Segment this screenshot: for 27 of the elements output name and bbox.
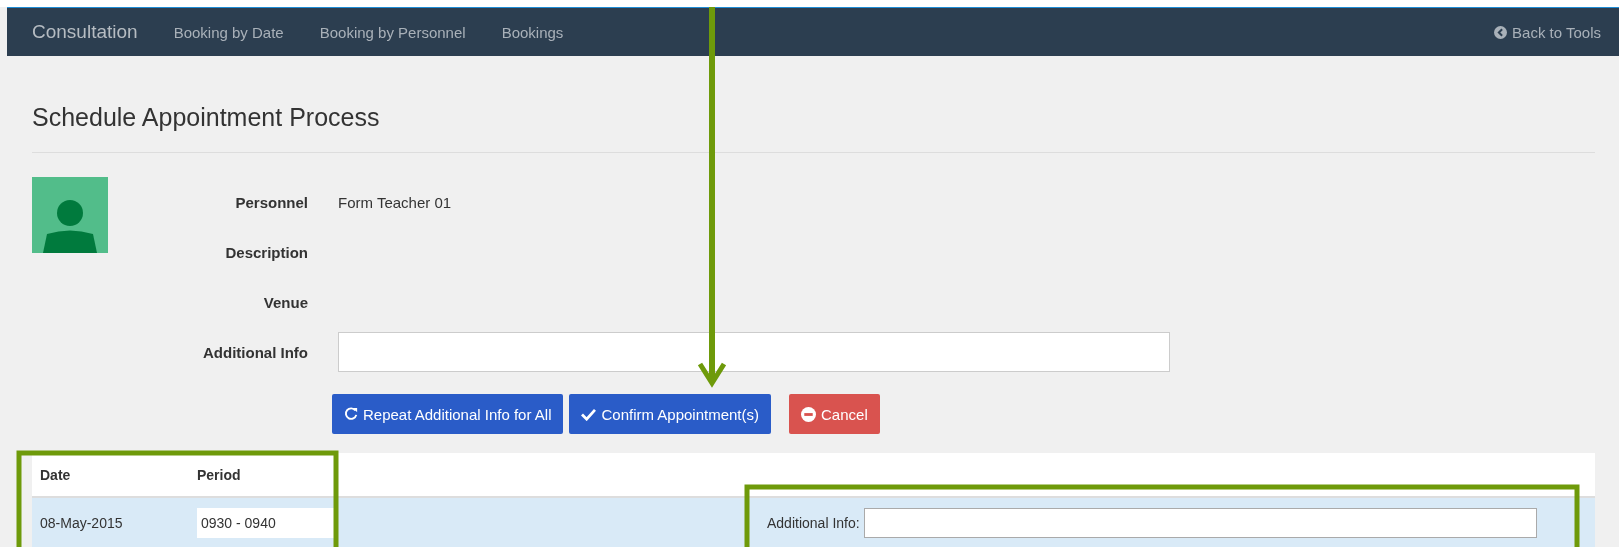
date-cell-text: 08-May-2015 — [40, 515, 124, 531]
chevron-circle-icon — [1494, 25, 1508, 39]
refresh-icon — [344, 407, 358, 421]
check-icon — [581, 407, 597, 421]
table-row[interactable]: 08-May-2015 0930 - 0940 Additional Info: — [32, 498, 1595, 547]
page-heading: Schedule Appointment Process — [32, 56, 1595, 153]
nav-link[interactable]: Booking by Personnel — [319, 23, 466, 41]
repeat-button[interactable]: Repeat Additional Info for All — [332, 394, 564, 434]
brand-link[interactable]: Consultation — [32, 21, 138, 43]
cancel-button[interactable]: Cancel — [789, 394, 880, 434]
field-value: Form Teacher 01 — [338, 193, 452, 211]
nav-link[interactable]: Bookings — [501, 23, 564, 41]
column-header: Date — [40, 466, 72, 483]
nav-link[interactable]: Booking by Date — [173, 23, 284, 41]
minus-circle-icon — [801, 406, 817, 422]
additional-info-input[interactable] — [863, 508, 1537, 538]
field-label: Additional Info: — [767, 515, 860, 531]
back-link[interactable]: Back to Tools — [1494, 23, 1601, 41]
confirm-button[interactable]: Confirm Appointment(s) — [569, 394, 772, 434]
column-header: Period — [197, 466, 242, 483]
additional-info-input[interactable] — [338, 332, 1170, 372]
field-label: Venue — [263, 293, 308, 311]
field-label: Additional Info — [203, 343, 308, 361]
field-label: Personnel — [235, 193, 308, 211]
avatar-icon — [32, 177, 108, 253]
field-label: Description — [225, 243, 308, 261]
period-cell: 0930 - 0940 — [197, 508, 335, 538]
